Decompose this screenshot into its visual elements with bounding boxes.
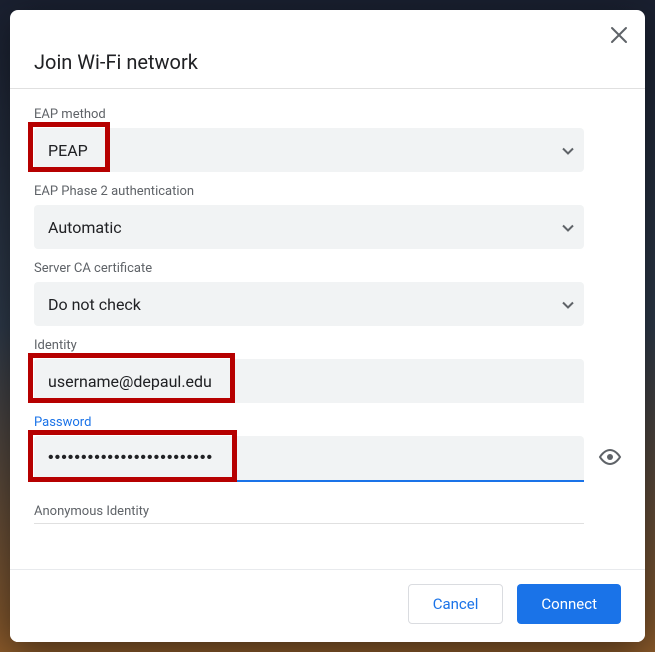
eap-phase2-select[interactable]: Automatic [34,205,584,249]
eap-phase2-label: EAP Phase 2 authentication [34,184,621,199]
server-ca-value: Do not check [48,295,141,314]
dialog-footer: Cancel Connect [10,569,645,642]
password-label: Password [34,415,621,430]
connect-button-label: Connect [541,595,597,613]
close-button[interactable] [601,18,637,54]
cancel-button-label: Cancel [433,595,479,613]
server-ca-label: Server CA certificate [34,261,621,276]
server-ca-select[interactable]: Do not check [34,282,584,326]
password-mask: ••••••••••••••••••••••••• [48,449,213,467]
anonymous-identity-label: Anonymous Identity [34,504,584,524]
dialog-content: EAP method PEAP EAP Phase 2 authenticati… [10,89,645,569]
chevron-down-icon [562,218,574,237]
identity-label: Identity [34,338,621,353]
chevron-down-icon [562,141,574,160]
eap-method-value: PEAP [48,141,88,160]
password-input[interactable]: ••••••••••••••••••••••••• [34,436,584,480]
wifi-join-dialog: Join Wi-Fi network EAP method PEAP EAP P… [10,10,645,642]
eye-icon [598,445,622,473]
toggle-password-visibility-button[interactable] [596,441,624,477]
connect-button[interactable]: Connect [517,584,621,624]
eap-phase2-value: Automatic [48,218,122,237]
identity-input[interactable] [34,359,584,403]
cancel-button[interactable]: Cancel [408,584,504,624]
password-underline [34,480,584,482]
eap-method-label: EAP method [34,107,621,122]
close-icon [610,26,628,47]
eap-method-select[interactable]: PEAP [34,128,584,172]
chevron-down-icon [562,295,574,314]
dialog-title: Join Wi-Fi network [10,10,645,89]
